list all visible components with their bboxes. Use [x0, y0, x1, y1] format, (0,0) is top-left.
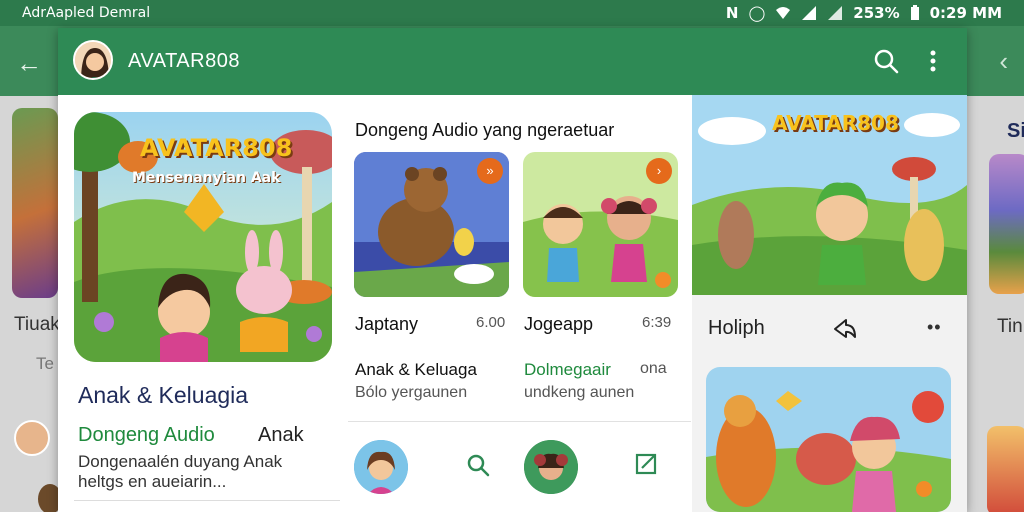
tile-2-caption-mid: ona — [640, 360, 667, 377]
chevron-left-icon[interactable]: ‹ — [999, 46, 1008, 77]
profile-avatar[interactable] — [73, 40, 113, 80]
right-pane-title[interactable]: Holiph — [708, 317, 765, 340]
hero-title: AVATAR808 — [772, 111, 899, 135]
featured-category[interactable]: Dongeng Audio — [78, 424, 215, 447]
background-thumbnail — [12, 108, 58, 298]
character-shortcut[interactable] — [524, 440, 578, 494]
featured-category-right: Anak — [258, 424, 304, 446]
right-hero-image[interactable]: AVATAR808 — [692, 95, 967, 295]
background-avatar — [14, 420, 50, 456]
tile-1-caption-sub: Bólo yergaunen — [355, 384, 468, 401]
background-card-title: Tiuak — [14, 314, 60, 335]
featured-title[interactable]: Anak & Keluagia — [78, 382, 248, 409]
clock: 0:29 MM — [929, 4, 1002, 22]
featured-art-title: AVATAR808 — [140, 134, 293, 162]
tile-2-meta: 6:39 — [642, 314, 672, 331]
tile-2-name[interactable]: Jogeapp — [524, 314, 593, 335]
featured-card-image[interactable]: AVATAR808 Mensenanyian Aak — [74, 112, 332, 362]
search-icon[interactable] — [465, 452, 491, 478]
signal-icon — [802, 6, 817, 20]
divider — [348, 421, 691, 422]
girl-avatar-icon — [354, 440, 408, 494]
dialog-header: AVATAR808 — [58, 28, 967, 95]
right-card-image[interactable] — [706, 367, 951, 512]
background-card-title: Si — [1007, 120, 1024, 142]
status-bar: AdrAapled Demral N ◯ 253% 0:29 MM — [0, 0, 1024, 26]
nfc-icon: N — [725, 4, 739, 22]
character-avatar-icon — [524, 440, 578, 494]
play-badge[interactable]: › — [646, 158, 672, 184]
background-card-right: Si Tinn — [967, 96, 1024, 512]
avatar-dialog: AVATAR808 AVATAR808 Mensenanyian Aak Ana… — [58, 28, 967, 512]
tile-1-meta: 6.00 — [476, 314, 506, 331]
dragon-illustration — [706, 367, 951, 512]
carrier-label: AdrAapled Demral — [22, 5, 151, 21]
background-card-sub: Te — [36, 354, 54, 373]
background-card-left: Tiuak Te — [0, 96, 62, 512]
play-badge[interactable]: » — [477, 158, 503, 184]
avatar-shortcut[interactable] — [354, 440, 408, 494]
wifi-icon — [776, 7, 791, 19]
dialog-title: AVATAR808 — [128, 50, 240, 72]
share-icon[interactable] — [832, 317, 858, 341]
background-thumbnail — [989, 154, 1024, 294]
featured-art-subtitle: Mensenanyian Aak — [132, 170, 281, 186]
tile-1-caption: Anak & Keluaga — [355, 360, 477, 379]
signal-2-icon — [828, 6, 843, 20]
background-card-title: Tinn — [997, 316, 1024, 337]
tile-1-name[interactable]: Japtany — [355, 314, 418, 335]
background-thumbnail — [987, 426, 1024, 512]
search-icon[interactable] — [873, 48, 899, 74]
battery-percent: 253% — [853, 4, 900, 22]
more-icon[interactable]: •• — [927, 317, 942, 338]
edit-icon[interactable] — [634, 452, 658, 476]
audio-tile-1[interactable]: » — [354, 152, 509, 297]
audio-tile-2[interactable]: › — [523, 152, 678, 297]
back-arrow-icon[interactable]: ← — [16, 48, 42, 79]
girl-avatar-icon — [75, 42, 111, 78]
vibrate-icon: ◯ — [748, 4, 766, 22]
right-pane: AVATAR808 Holiph •• — [692, 95, 967, 512]
divider — [74, 500, 340, 501]
featured-description: Dongenaalén duyang Anak heltgs en aueiar… — [78, 452, 283, 491]
section-title: Dongeng Audio yang ngeraetuar — [355, 120, 615, 140]
tile-2-caption: Dolmegaair — [524, 360, 611, 379]
more-vert-icon[interactable] — [928, 48, 938, 74]
tile-2-caption-sub: undkeng aunen — [524, 384, 635, 401]
battery-icon — [910, 5, 919, 20]
